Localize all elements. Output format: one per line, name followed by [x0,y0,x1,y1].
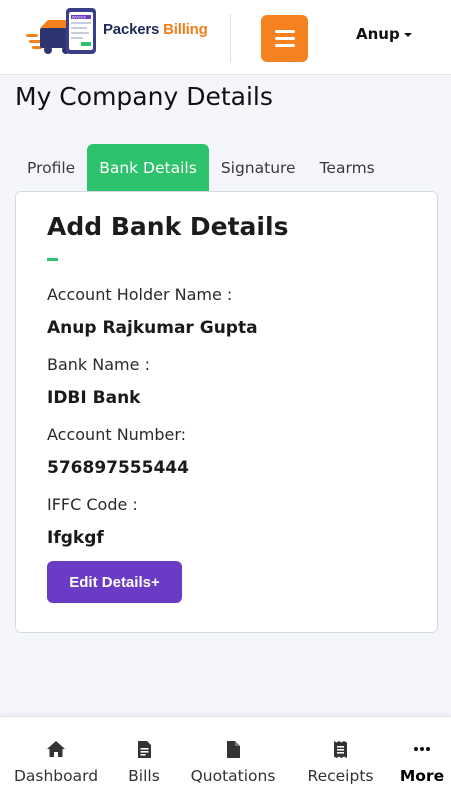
account-number-label: Account Number: [47,425,187,444]
nav-dashboard-label: Dashboard [13,767,99,785]
brand-name: Packers Billing [103,21,208,38]
invoice-truck-logo-icon: INVOICE [26,8,96,54]
caret-down-icon [403,33,412,37]
receipt-icon [333,739,348,759]
title-accent-line [47,258,58,261]
hamburger-icon [274,30,295,33]
home-icon [46,739,66,759]
account-holder-value: Anup Rajkumar Gupta [47,318,258,338]
tab-profile[interactable]: Profile [15,144,87,191]
nav-bills[interactable]: Bills [119,717,169,801]
tab-bank-details[interactable]: Bank Details [87,144,209,191]
nav-more-label: More [399,767,445,785]
nav-quotations[interactable]: Quotations [183,717,283,801]
tab-terms[interactable]: Tearms [308,144,387,191]
hamburger-menu-button[interactable] [261,15,308,62]
bank-details-card: Add Bank Details Account Holder Name : A… [15,191,438,633]
nav-more[interactable]: More [397,717,447,801]
app-header: INVOICE Packers Billing Anup [0,0,451,75]
edit-details-button[interactable]: Edit Details+ [47,561,182,603]
brand-name-main: Packers [103,21,160,38]
brand-name-accent: Billing [159,21,208,38]
nav-receipts-label: Receipts [307,767,374,785]
account-number-value: 576897555444 [47,458,189,478]
nav-quotations-label: Quotations [190,767,276,785]
card-title: Add Bank Details [47,212,289,241]
user-dropdown[interactable]: Anup [356,23,412,45]
hamburger-icon-bar [274,44,295,47]
bank-name-label: Bank Name : [47,355,150,374]
nav-bills-label: Bills [128,767,160,785]
brand-logo[interactable]: INVOICE Packers Billing [26,6,208,56]
ifsc-code-value: Ifgkgf [47,528,104,548]
more-icon [413,739,431,759]
ifsc-code-label: IFFC Code : [47,495,138,514]
bank-name-value: IDBI Bank [47,388,141,408]
document-icon [226,739,241,759]
bill-icon [137,739,152,759]
nav-receipts[interactable]: Receipts [298,717,383,801]
user-name: Anup [356,25,400,43]
svg-text:INVOICE: INVOICE [72,15,86,19]
bottom-navigation: Dashboard Bills Quotations Receipts More [0,716,451,801]
hamburger-icon-bar [274,37,295,40]
tabs: Profile Bank Details Signature Tearms [15,144,387,191]
header-divider [230,14,231,62]
nav-dashboard[interactable]: Dashboard [6,717,106,801]
page-title: My Company Details [15,82,273,111]
tab-signature[interactable]: Signature [209,144,308,191]
account-holder-label: Account Holder Name : [47,285,233,304]
